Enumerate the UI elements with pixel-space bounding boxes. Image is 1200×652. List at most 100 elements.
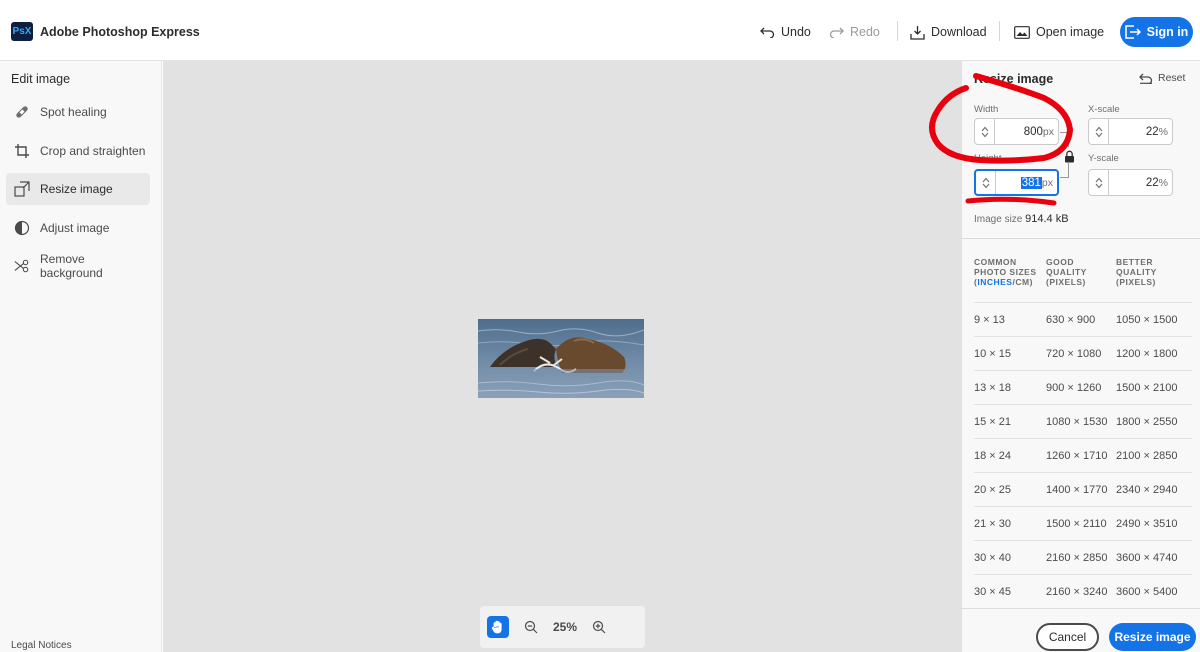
chevron-down-icon	[981, 132, 988, 137]
redo-icon	[829, 27, 844, 38]
redo-label: Redo	[850, 25, 880, 39]
legal-notices-link[interactable]: Legal Notices	[11, 640, 72, 651]
xscale-stepper[interactable]	[1089, 119, 1109, 144]
image-icon	[1014, 25, 1030, 39]
download-icon	[910, 25, 925, 40]
chevron-down-icon	[1095, 183, 1102, 188]
table-row[interactable]: 10 × 15 720 × 1080 1200 × 1800	[974, 336, 1192, 370]
table-row[interactable]: 13 × 18 900 × 1260 1500 × 2100	[974, 370, 1192, 404]
crop-icon	[14, 143, 30, 159]
link-bracket-top	[1060, 132, 1069, 147]
zoom-in-icon	[592, 620, 606, 634]
sidebar-item-label: Remove background	[40, 252, 103, 280]
height-value: 381	[1020, 176, 1042, 189]
sidebar-item-spot-healing[interactable]: Spot healing	[6, 96, 150, 128]
sidebar-heading: Edit image	[11, 72, 71, 86]
photo-size-table: COMMON PHOTO SIZES (INCHES/CM) GOOD QUAL…	[974, 257, 1192, 608]
width-unit: px	[1042, 125, 1054, 138]
adjust-icon	[14, 220, 30, 236]
brand: PsX Adobe Photoshop Express	[11, 22, 200, 41]
reset-button[interactable]: Reset	[1139, 72, 1185, 84]
sidebar-item-label: Spot healing	[40, 105, 107, 119]
yscale-label: Y-scale	[1088, 153, 1119, 164]
cm-toggle[interactable]: CM	[1015, 277, 1029, 287]
table-header: COMMON PHOTO SIZES (INCHES/CM) GOOD QUAL…	[974, 257, 1192, 302]
toolbar-divider	[999, 21, 1000, 41]
image-preview	[478, 319, 644, 398]
width-stepper[interactable]	[975, 119, 995, 144]
yscale-stepper[interactable]	[1089, 170, 1109, 195]
table-row[interactable]: 21 × 30 1500 × 2110 2490 × 3510	[974, 506, 1192, 540]
cancel-button[interactable]: Cancel	[1036, 623, 1099, 651]
download-button[interactable]: Download	[910, 22, 987, 42]
height-stepper[interactable]	[976, 171, 996, 194]
undo-label: Undo	[781, 25, 811, 39]
yscale-field[interactable]: 22%	[1088, 169, 1173, 196]
sign-in-button[interactable]: Sign in	[1120, 17, 1193, 47]
reset-label: Reset	[1158, 72, 1186, 84]
xscale-unit: %	[1158, 125, 1168, 138]
table-row[interactable]: 30 × 40 2160 × 2850 3600 × 4740	[974, 540, 1192, 574]
hand-tool-button[interactable]	[487, 616, 509, 638]
image-size-value: 914.4 kB	[1025, 213, 1069, 225]
zoom-level: 25%	[553, 620, 578, 634]
table-row[interactable]: 30 × 45 2160 × 3240 3600 × 5400	[974, 574, 1192, 608]
redo-button[interactable]: Redo	[829, 22, 880, 42]
image-canvas[interactable]: 25%	[163, 61, 961, 652]
hand-icon	[491, 620, 502, 634]
table-row[interactable]: 9 × 13 630 × 900 1050 × 1500	[974, 302, 1192, 336]
resize-icon	[14, 181, 30, 197]
undo-icon	[760, 27, 775, 38]
app-logo: PsX	[11, 22, 33, 41]
sidebar-item-crop[interactable]: Crop and straighten	[6, 135, 150, 167]
top-bar: PsX Adobe Photoshop Express Undo Redo Do…	[0, 0, 1200, 61]
xscale-label: X-scale	[1088, 104, 1120, 115]
height-field[interactable]: 381px	[974, 169, 1059, 196]
panel-divider	[962, 238, 1200, 239]
zoom-toolbar: 25%	[480, 606, 645, 648]
sidebar-item-remove-background[interactable]: Remove background	[6, 250, 150, 282]
table-row[interactable]: 18 × 24 1260 × 1710 2100 × 2850	[974, 438, 1192, 472]
resize-panel: Resize image Reset Width 800px X-scale 2…	[961, 61, 1200, 652]
height-unit: px	[1041, 176, 1053, 189]
lock-icon	[1065, 150, 1074, 163]
open-image-button[interactable]: Open image	[1014, 22, 1104, 42]
download-label: Download	[931, 25, 987, 39]
toolbar-divider	[897, 21, 898, 41]
zoom-out-button[interactable]	[523, 619, 539, 635]
inches-toggle[interactable]: INCHES	[977, 277, 1012, 287]
width-label: Width	[974, 104, 999, 115]
sidebar-item-label: Crop and straighten	[40, 144, 146, 158]
width-value: 800	[1023, 125, 1043, 138]
undo-button[interactable]: Undo	[760, 22, 811, 42]
col-header-common-sizes: COMMON PHOTO SIZES (INCHES/CM)	[974, 257, 1037, 287]
open-image-label: Open image	[1036, 25, 1105, 39]
scissors-icon	[14, 258, 30, 274]
sidebar-item-adjust[interactable]: Adjust image	[6, 212, 150, 244]
yscale-unit: %	[1158, 176, 1168, 189]
zoom-out-icon	[524, 620, 538, 634]
image-size-label: Image size	[974, 214, 1023, 225]
sidebar-item-label: Adjust image	[40, 221, 110, 235]
lock-button[interactable]	[1064, 150, 1075, 168]
sidebar-item-label: Resize image	[40, 182, 113, 196]
image-size: Image size 914.4 kB	[974, 213, 1069, 225]
panel-title: Resize image	[974, 72, 1054, 86]
col-header-better-quality: BETTER QUALITY (PIXELS)	[1116, 257, 1157, 287]
yscale-value: 22	[1145, 176, 1159, 189]
xscale-field[interactable]: 22%	[1088, 118, 1173, 145]
chevron-down-icon	[982, 183, 989, 188]
app-title: Adobe Photoshop Express	[40, 24, 200, 39]
width-field[interactable]: 800px	[974, 118, 1059, 145]
edit-sidebar: Edit image Spot healing Crop and straigh…	[0, 61, 162, 652]
panel-actions: Cancel Resize image	[962, 608, 1200, 652]
resize-image-button[interactable]: Resize image	[1109, 623, 1196, 651]
sidebar-item-resize[interactable]: Resize image	[6, 173, 150, 205]
zoom-in-button[interactable]	[591, 619, 607, 635]
col-header-good-quality: GOOD QUALITY (PIXELS)	[1046, 257, 1087, 287]
chevron-down-icon	[1095, 132, 1102, 137]
xscale-value: 22	[1145, 125, 1159, 138]
reset-icon	[1139, 73, 1153, 84]
table-row[interactable]: 20 × 25 1400 × 1770 2340 × 2940	[974, 472, 1192, 506]
table-row[interactable]: 15 × 21 1080 × 1530 1800 × 2550	[974, 404, 1192, 438]
